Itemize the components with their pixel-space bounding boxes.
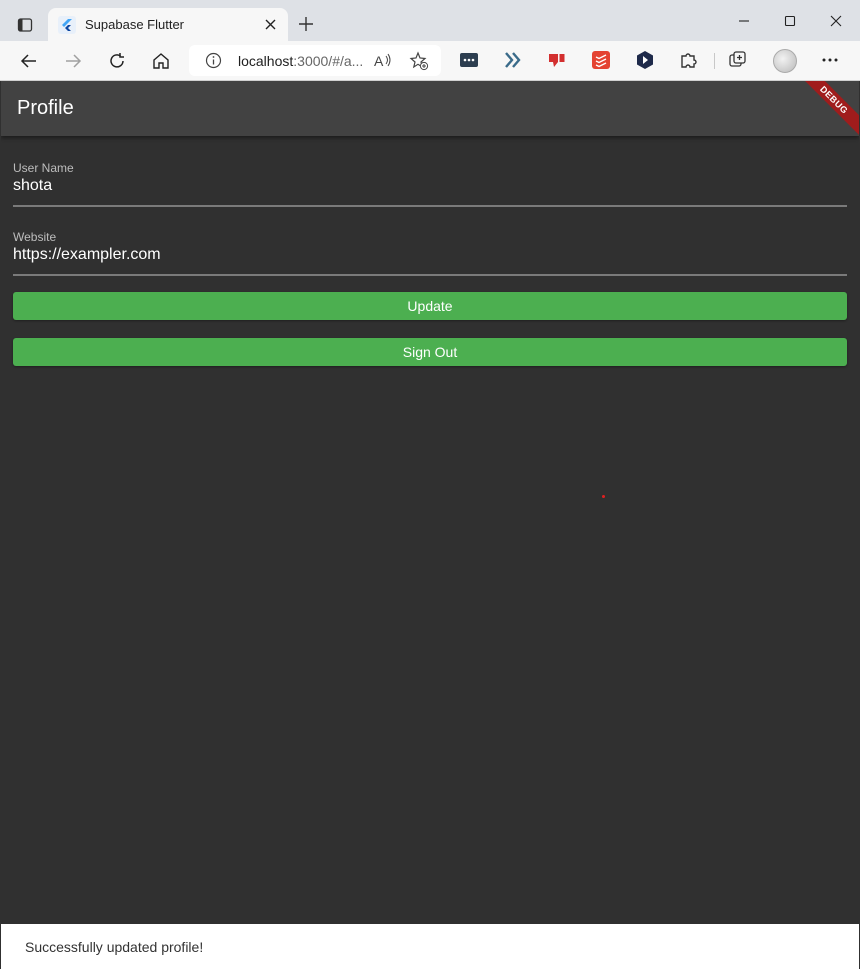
url-host: localhost	[238, 53, 294, 69]
username-label: User Name	[13, 161, 74, 175]
url-text[interactable]: localhost:3000/#/a...	[238, 53, 363, 69]
browser-tab[interactable]: Supabase Flutter	[48, 8, 288, 41]
info-icon[interactable]	[205, 52, 222, 69]
tab-actions-icon[interactable]	[12, 12, 38, 38]
debug-banner: DEBUG	[790, 81, 859, 144]
maximize-icon[interactable]	[768, 6, 812, 36]
svg-text:A: A	[374, 53, 384, 69]
cursor-dot	[602, 495, 605, 498]
minimize-icon[interactable]	[722, 6, 766, 36]
read-aloud-icon[interactable]: A	[373, 51, 393, 71]
tab-title: Supabase Flutter	[85, 17, 185, 32]
browser-tab-bar: Supabase Flutter	[0, 0, 860, 41]
website-field[interactable]: Website https://exampler.com	[13, 230, 847, 276]
snackbar-message: Successfully updated profile!	[25, 938, 204, 955]
home-icon[interactable]	[147, 47, 175, 75]
extension-dislike-icon[interactable]	[546, 49, 568, 71]
extension-todoist-icon[interactable]	[590, 49, 612, 71]
update-button[interactable]: Update	[13, 292, 847, 320]
window-close-icon[interactable]	[814, 6, 858, 36]
sign-out-button[interactable]: Sign Out	[13, 338, 847, 366]
website-value[interactable]: https://exampler.com	[13, 246, 161, 264]
extension-hexagon-icon[interactable]	[634, 49, 656, 71]
plus-icon[interactable]	[294, 12, 318, 36]
close-icon[interactable]	[258, 13, 282, 37]
flutter-icon	[58, 15, 76, 34]
refresh-icon[interactable]	[103, 47, 131, 75]
url-path: :3000/#/a...	[293, 53, 364, 69]
add-favorite-icon[interactable]	[409, 51, 429, 71]
puzzle-icon[interactable]	[678, 49, 700, 71]
browser-toolbar: localhost:3000/#/a... A	[0, 41, 860, 81]
collections-icon[interactable]	[727, 49, 749, 71]
snackbar: Successfully updated profile!	[1, 924, 859, 969]
website-label: Website	[13, 230, 57, 244]
more-icon[interactable]	[819, 49, 841, 71]
app-bar: Profile DEBUG	[1, 81, 859, 144]
forward-arrow-icon	[59, 47, 87, 75]
username-field[interactable]: User Name shota	[13, 161, 847, 207]
username-value[interactable]: shota	[13, 177, 52, 195]
back-arrow-icon[interactable]	[15, 47, 43, 75]
toolbar-separator	[714, 53, 715, 69]
address-bar[interactable]: localhost:3000/#/a... A	[189, 45, 441, 76]
profile-avatar[interactable]	[773, 49, 797, 73]
extension-chevrons-icon[interactable]	[502, 49, 524, 71]
page-title: Profile	[17, 97, 74, 119]
app-viewport: Profile DEBUG User Name shota Website ht…	[1, 81, 859, 969]
extension-dashlane-icon[interactable]	[458, 49, 480, 71]
